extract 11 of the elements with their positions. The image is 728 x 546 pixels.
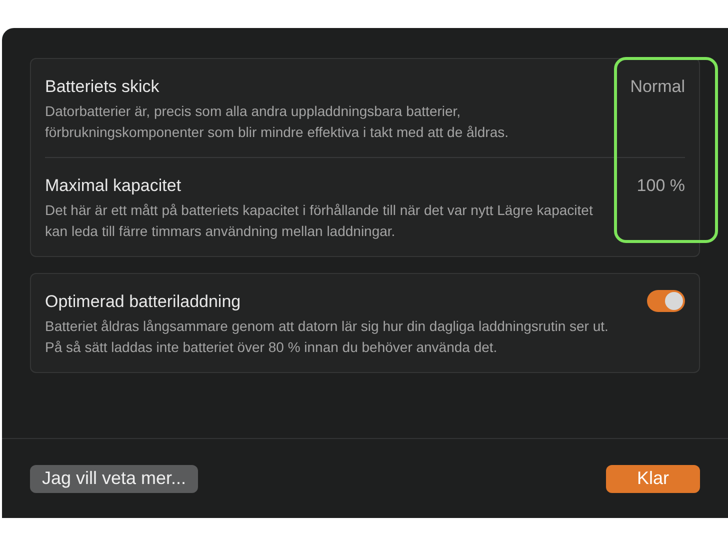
setting-title: Optimerad batteriladdning: [45, 291, 242, 313]
setting-description: Datorbatterier är, precis som alla andra uppladdningsbara batterier, förbrukningskomponenter som blir mindre effektiva i takt med att de åldras.: [45, 102, 510, 142]
done-button[interactable]: Klar: [606, 464, 700, 492]
learn-more-button[interactable]: Jag vill veta mer...: [30, 464, 198, 492]
setting-value: 100 %: [636, 175, 685, 197]
toggle-switch[interactable]: [647, 290, 685, 312]
setting-title: Maximal kapacitet: [45, 175, 182, 197]
setting-title: Batteriets skick: [45, 76, 160, 98]
setting-description: Batteriet åldras långsammare genom att datorn lär sig hur din dagliga laddningsrutin ser ut. På så sätt laddas inte batteriet över 80 % innan du behöver använda det.: [45, 317, 610, 357]
setting-description: Det här är ett mått på batteriets kapacitet i förhållande till när det var nytt Lägre kapacitet kan leda till färre timmars användning mellan laddningar.: [45, 201, 594, 241]
setting-value: Normal: [630, 76, 685, 98]
